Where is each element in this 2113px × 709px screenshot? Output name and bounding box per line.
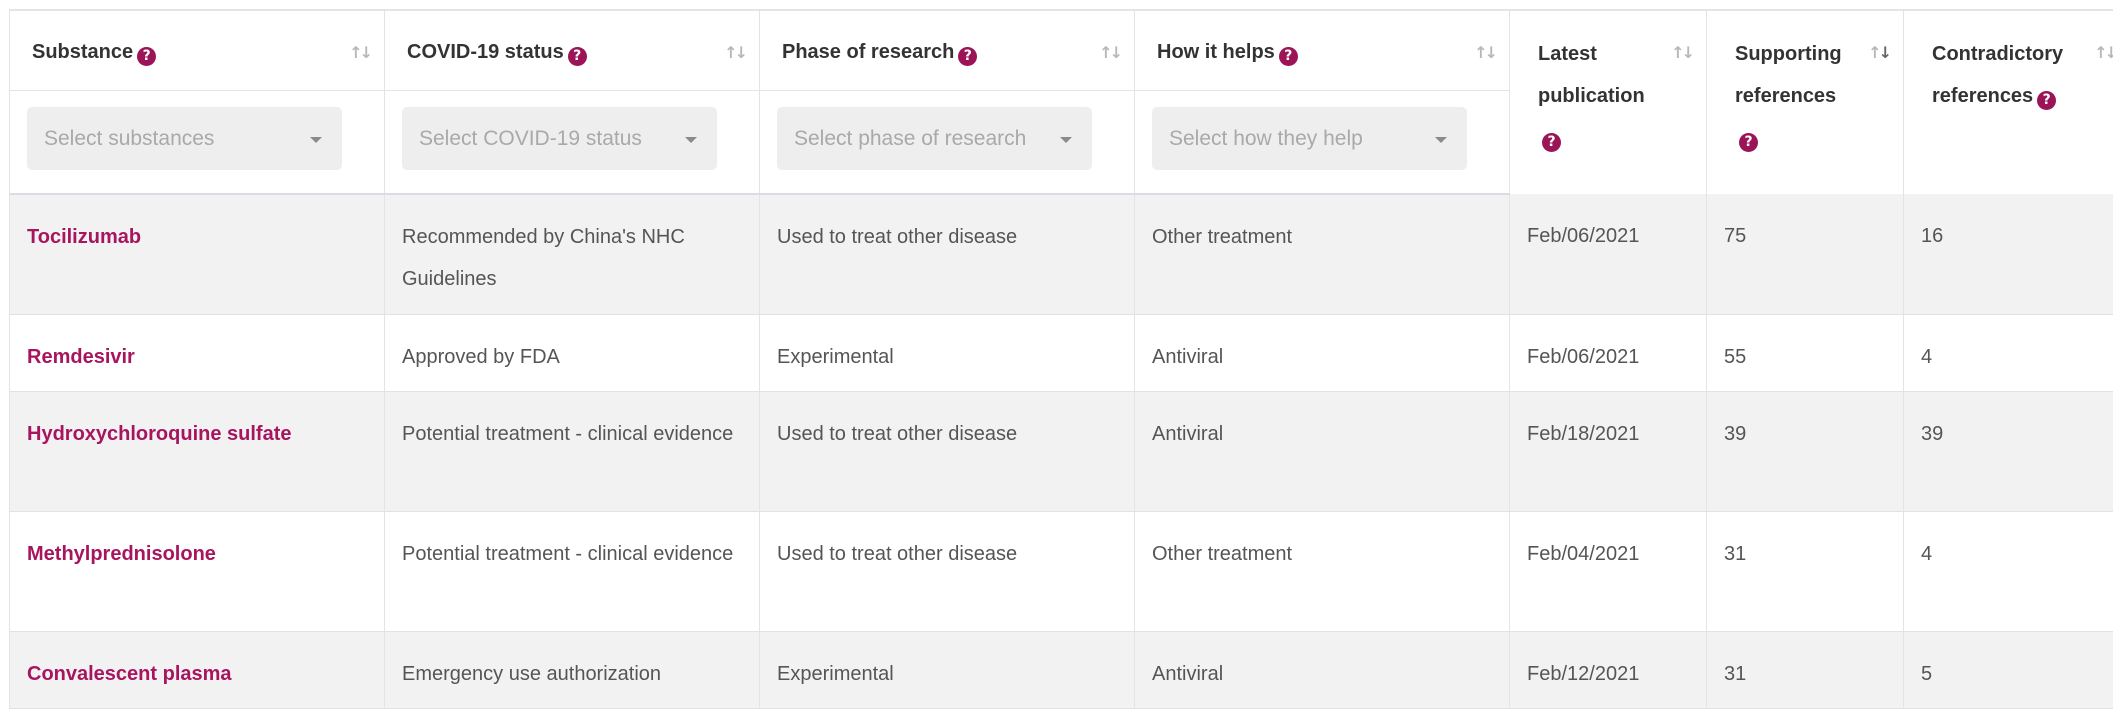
help-circle-icon[interactable]: ?	[137, 47, 156, 66]
substance-link[interactable]: Tocilizumab	[10, 194, 385, 314]
latest-publication-cell: Feb/12/2021	[1510, 631, 1707, 708]
how-it-helps-cell: Antiviral	[1135, 391, 1510, 511]
covid-status-cell: Approved by FDA	[385, 314, 760, 391]
help-circle-icon[interactable]: ?	[568, 47, 587, 66]
substances-table: Substance? ↑↓ COVID-19 status? ↑↓ Phase …	[9, 11, 2113, 709]
phase-select[interactable]: Select phase of research	[777, 107, 1092, 170]
contradictory-references-cell: 39	[1904, 391, 2113, 511]
filter-cell-covid-status: Select COVID-19 status	[385, 91, 760, 194]
supporting-references-cell: 39	[1707, 391, 1904, 511]
column-label: Substance	[32, 41, 133, 63]
caret-down-icon	[685, 137, 697, 143]
phase-cell: Used to treat other disease	[760, 391, 1135, 511]
select-placeholder: Select COVID-19 status	[419, 127, 642, 151]
contradictory-references-cell: 4	[1904, 314, 2113, 391]
caret-down-icon	[310, 137, 322, 143]
supporting-references-cell: 75	[1707, 194, 1904, 314]
select-placeholder: Select how they help	[1169, 127, 1363, 151]
table-row[interactable]: Methylprednisolone Potential treatment -…	[10, 511, 2113, 631]
substance-link[interactable]: Hydroxychloroquine sulfate	[10, 391, 385, 511]
latest-publication-cell: Feb/06/2021	[1510, 194, 1707, 314]
column-label: How it helps	[1157, 41, 1275, 63]
how-it-helps-cell: Antiviral	[1135, 314, 1510, 391]
column-header-phase[interactable]: Phase of research? ↑↓	[760, 11, 1135, 91]
sort-arrows-icon[interactable]: ↑↓	[1099, 43, 1120, 62]
help-circle-icon[interactable]: ?	[1739, 133, 1758, 152]
column-header-covid-status[interactable]: COVID-19 status? ↑↓	[385, 11, 760, 91]
table-row[interactable]: Remdesivir Approved by FDA Experimental …	[10, 314, 2113, 391]
supporting-references-cell: 55	[1707, 314, 1904, 391]
how-it-helps-cell: Antiviral	[1135, 631, 1510, 708]
substance-link[interactable]: Remdesivir	[10, 314, 385, 391]
table-row[interactable]: Convalescent plasma Emergency use author…	[10, 631, 2113, 708]
filter-cell-substance: Select substances	[10, 91, 385, 194]
covid-status-select[interactable]: Select COVID-19 status	[402, 107, 717, 170]
how-it-helps-cell: Other treatment	[1135, 511, 1510, 631]
column-label: COVID-19 status	[407, 41, 564, 63]
column-header-how-it-helps[interactable]: How it helps? ↑↓	[1135, 11, 1510, 91]
header-row: Substance? ↑↓ COVID-19 status? ↑↓ Phase …	[10, 11, 2113, 91]
column-header-substance[interactable]: Substance? ↑↓	[10, 11, 385, 91]
contradictory-references-cell: 4	[1904, 511, 2113, 631]
table-row[interactable]: Tocilizumab Recommended by China's NHC G…	[10, 194, 2113, 314]
column-header-contradictory-references[interactable]: Contradictory references? ↑↓	[1904, 11, 2113, 194]
covid-status-cell: Potential treatment - clinical evidence	[385, 391, 760, 511]
select-placeholder: Select phase of research	[794, 127, 1026, 151]
help-circle-icon[interactable]: ?	[1279, 47, 1298, 66]
filter-cell-how-it-helps: Select how they help	[1135, 91, 1510, 194]
sort-arrows-icon[interactable]: ↑↓	[1868, 43, 1889, 62]
covid-status-cell: Potential treatment - clinical evidence	[385, 511, 760, 631]
column-label: Latest publication	[1538, 43, 1645, 107]
sort-arrows-icon[interactable]: ↑↓	[1474, 43, 1495, 62]
latest-publication-cell: Feb/06/2021	[1510, 314, 1707, 391]
phase-cell: Experimental	[760, 314, 1135, 391]
substances-select[interactable]: Select substances	[27, 107, 342, 170]
help-circle-icon[interactable]: ?	[1542, 133, 1561, 152]
supporting-references-cell: 31	[1707, 511, 1904, 631]
help-circle-icon[interactable]: ?	[958, 47, 977, 66]
filter-cell-phase: Select phase of research	[760, 91, 1135, 194]
latest-publication-cell: Feb/04/2021	[1510, 511, 1707, 631]
caret-down-icon	[1435, 137, 1447, 143]
select-placeholder: Select substances	[44, 127, 214, 151]
sort-arrows-icon[interactable]: ↑↓	[349, 43, 370, 62]
sort-arrows-icon[interactable]: ↑↓	[2094, 43, 2113, 62]
phase-cell: Used to treat other disease	[760, 511, 1135, 631]
latest-publication-cell: Feb/18/2021	[1510, 391, 1707, 511]
sort-arrows-icon[interactable]: ↑↓	[724, 43, 745, 62]
contradictory-references-cell: 16	[1904, 194, 2113, 314]
column-label: Supporting references	[1735, 43, 1842, 107]
column-header-latest-publication[interactable]: Latest publication? ↑↓	[1510, 11, 1707, 194]
column-label: Phase of research	[782, 41, 954, 63]
covid-status-cell: Emergency use authorization	[385, 631, 760, 708]
sort-arrows-icon[interactable]: ↑↓	[1671, 43, 1692, 62]
substance-link[interactable]: Methylprednisolone	[10, 511, 385, 631]
supporting-references-cell: 31	[1707, 631, 1904, 708]
phase-cell: Experimental	[760, 631, 1135, 708]
caret-down-icon	[1060, 137, 1072, 143]
how-it-helps-select[interactable]: Select how they help	[1152, 107, 1467, 170]
substance-link[interactable]: Convalescent plasma	[10, 631, 385, 708]
column-header-supporting-references[interactable]: Supporting references? ↑↓	[1707, 11, 1904, 194]
covid-status-cell: Recommended by China's NHC Guidelines	[385, 194, 760, 314]
how-it-helps-cell: Other treatment	[1135, 194, 1510, 314]
contradictory-references-cell: 5	[1904, 631, 2113, 708]
phase-cell: Used to treat other disease	[760, 194, 1135, 314]
table-row[interactable]: Hydroxychloroquine sulfate Potential tre…	[10, 391, 2113, 511]
help-circle-icon[interactable]: ?	[2037, 91, 2056, 110]
substances-table-container: Substance? ↑↓ COVID-19 status? ↑↓ Phase …	[9, 9, 2113, 709]
